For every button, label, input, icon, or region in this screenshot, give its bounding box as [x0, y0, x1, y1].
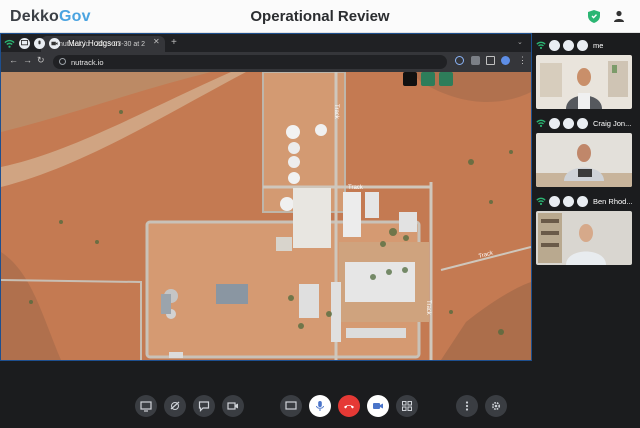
chevron-down-icon[interactable]: ⌄	[517, 38, 523, 46]
participant-video	[536, 133, 632, 187]
camera-icon[interactable]	[577, 195, 588, 207]
chat-icon[interactable]	[549, 39, 560, 51]
map-label: Track	[348, 185, 364, 191]
screen-share-icon	[140, 401, 152, 412]
screen-share-button[interactable]	[135, 395, 157, 417]
more-button[interactable]	[456, 395, 478, 417]
participant-tile[interactable]: me	[534, 37, 636, 113]
camera-icon[interactable]	[577, 39, 588, 51]
microphone-icon[interactable]	[563, 117, 574, 129]
microphone-icon[interactable]	[563, 195, 574, 207]
participant-tile[interactable]: Ben Rhod...	[534, 193, 636, 269]
participant-bar: Ben Rhod...	[534, 193, 636, 209]
chat-icon[interactable]	[549, 195, 560, 207]
chat-icon	[198, 401, 210, 412]
participant-bar: Craig Jon...	[534, 115, 636, 131]
more-icon	[465, 401, 469, 411]
hangup-button[interactable]	[338, 395, 360, 417]
user-icon[interactable]	[612, 9, 626, 23]
participant-name: me	[593, 40, 604, 50]
tab-close-icon[interactable]: ✕	[153, 37, 160, 46]
camera-icon	[373, 403, 383, 409]
participant-tile[interactable]: Craig Jon...	[534, 115, 636, 191]
address-bar-url: nutrack.io	[71, 58, 104, 67]
shared-screen: nutrack.io - 2023-03-30 at 2 ✕ + ⌄ ← → ↻…	[0, 33, 532, 361]
participant-name: Craig Jon...	[593, 118, 632, 128]
presenter-name: Mary Hodgson	[68, 38, 121, 48]
satellite-map[interactable]: Track Track Track Track	[1, 72, 531, 360]
sidepanel-icon[interactable]	[486, 56, 495, 65]
microphone-icon[interactable]	[34, 37, 45, 49]
chat-icon[interactable]	[549, 117, 560, 129]
settings-icon	[491, 401, 501, 411]
site-info-icon[interactable]	[59, 58, 66, 65]
record-button[interactable]	[222, 395, 244, 417]
participant-video	[536, 55, 632, 109]
camera-button[interactable]	[367, 395, 389, 417]
chat-icon[interactable]	[19, 37, 30, 49]
back-icon[interactable]: ←	[9, 55, 18, 65]
browser-toolbar: ← → ↻ nutrack.io ⋮	[1, 52, 531, 72]
wireless-icon	[170, 401, 180, 410]
participants-pane: me Craig Jon... Ben Rhod...	[534, 37, 636, 270]
microphone-icon[interactable]	[563, 39, 574, 51]
presenter-overlay: Mary Hodgson	[4, 36, 120, 50]
camera-icon[interactable]	[49, 37, 60, 49]
chat-button[interactable]	[193, 395, 215, 417]
participant-name: Ben Rhod...	[593, 196, 633, 206]
microphone-button[interactable]	[309, 395, 331, 417]
participant-video	[536, 211, 632, 265]
map-label: Track	[333, 104, 339, 120]
wireless-button[interactable]	[164, 395, 186, 417]
forward-icon[interactable]: →	[23, 55, 32, 65]
monitor-icon	[285, 401, 297, 410]
hangup-icon	[344, 405, 354, 409]
map-label: Track	[425, 300, 431, 316]
lens-icon[interactable]	[455, 56, 464, 65]
camera-icon[interactable]	[577, 117, 588, 129]
call-controls	[0, 388, 640, 422]
menu-icon[interactable]: ⋮	[518, 55, 527, 66]
signal-icon	[536, 197, 546, 205]
layout-button[interactable]	[396, 395, 418, 417]
profile-icon[interactable]	[501, 56, 510, 65]
signal-icon	[536, 119, 546, 127]
participant-bar: me	[534, 37, 636, 53]
meeting-title: Operational Review	[250, 8, 390, 25]
settings-button[interactable]	[485, 395, 507, 417]
shield-icon[interactable]	[588, 10, 600, 23]
present-button[interactable]	[280, 395, 302, 417]
microphone-icon	[316, 401, 324, 411]
signal-icon	[536, 41, 546, 49]
new-tab-icon[interactable]: +	[171, 37, 177, 48]
app-header: DekkoGov Operational Review	[0, 0, 640, 33]
extensions-icon[interactable]	[471, 56, 480, 65]
signal-icon	[4, 39, 15, 48]
address-bar[interactable]: nutrack.io	[53, 55, 447, 69]
reload-icon[interactable]: ↻	[37, 55, 45, 66]
record-icon	[227, 402, 238, 410]
grid-icon	[402, 401, 412, 411]
